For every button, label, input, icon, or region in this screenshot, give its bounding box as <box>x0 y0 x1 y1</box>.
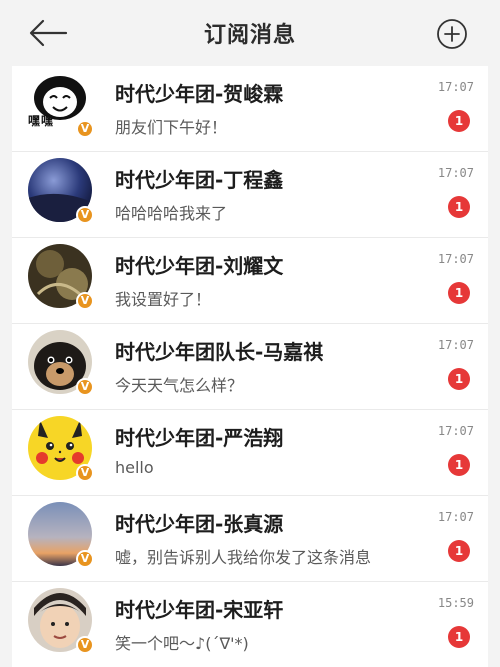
verified-badge-icon: V <box>76 378 94 396</box>
unread-count-badge: 1 <box>448 626 470 648</box>
unread-count-badge: 1 <box>448 110 470 132</box>
unread-count-badge: 1 <box>448 196 470 218</box>
message-time: 17:07 <box>437 252 474 266</box>
message-row-ding-chengxin[interactable]: V 时代少年团-丁程鑫 哈哈哈哈我来了 17:07 1 <box>12 152 488 238</box>
message-row-liu-yaowen[interactable]: V 时代少年团-刘耀文 我设置好了！ 17:07 1 <box>12 238 488 324</box>
message-time: 17:07 <box>437 338 474 352</box>
add-icon[interactable] <box>436 18 468 50</box>
message-preview: 今天天气怎么样？ <box>115 376 244 395</box>
message-time: 17:07 <box>437 166 474 180</box>
back-arrow-icon[interactable] <box>26 17 70 49</box>
message-preview: hello <box>115 458 154 477</box>
sender-name: 时代少年团-严浩翔 <box>115 426 284 450</box>
verified-badge-icon: V <box>76 292 94 310</box>
sender-name: 时代少年团-宋亚轩 <box>115 598 284 622</box>
message-row-zhang-zhenyuan[interactable]: V 时代少年团-张真源 嘘，别告诉别人我给你发了这条消息 17:07 1 <box>12 496 488 582</box>
unread-count-badge: 1 <box>448 454 470 476</box>
unread-count-badge: 1 <box>448 540 470 562</box>
verified-badge-icon: V <box>76 206 94 224</box>
verified-badge-icon: V <box>76 464 94 482</box>
message-row-yan-haoxiang[interactable]: V 时代少年团-严浩翔 hello 17:07 1 <box>12 410 488 496</box>
message-preview: 嘘，别告诉别人我给你发了这条消息 <box>115 548 372 567</box>
unread-count-badge: 1 <box>448 368 470 390</box>
header: 订阅消息 <box>0 0 500 66</box>
avatar-caption: 嘿嘿 <box>28 114 55 128</box>
sender-name: 时代少年团-张真源 <box>115 512 284 536</box>
message-preview: 朋友们下午好！ <box>115 118 228 137</box>
message-list: 嘿嘿 V 时代少年团-贺峻霖 朋友们下午好！ 17:07 1 V 时代少年团-丁… <box>12 66 488 667</box>
verified-badge-icon: V <box>76 120 94 138</box>
verified-badge-icon: V <box>76 550 94 568</box>
sender-name: 时代少年团-刘耀文 <box>115 254 284 278</box>
page-title: 订阅消息 <box>203 23 296 48</box>
verified-badge-icon: V <box>76 636 94 654</box>
message-time: 17:07 <box>437 424 474 438</box>
sender-name: 时代少年团-丁程鑫 <box>115 168 284 192</box>
message-preview: 我设置好了！ <box>115 290 212 309</box>
message-time: 17:07 <box>437 80 474 94</box>
message-row-ma-jiaqi[interactable]: V 时代少年团队长-马嘉祺 今天天气怎么样？ 17:07 1 <box>12 324 488 410</box>
message-preview: 笑一个吧～♪(´∇'*) <box>115 634 249 653</box>
message-row-he-junlin[interactable]: 嘿嘿 V 时代少年团-贺峻霖 朋友们下午好！ 17:07 1 <box>12 66 488 152</box>
sender-name: 时代少年团队长-马嘉祺 <box>115 340 324 364</box>
message-time: 15:59 <box>437 596 474 610</box>
message-time: 17:07 <box>437 510 474 524</box>
message-preview: 哈哈哈哈我来了 <box>115 204 228 223</box>
unread-count-badge: 1 <box>448 282 470 304</box>
sender-name: 时代少年团-贺峻霖 <box>115 82 284 106</box>
message-row-song-yaxuan[interactable]: V 时代少年团-宋亚轩 笑一个吧～♪(´∇'*) 15:59 1 <box>12 582 488 667</box>
